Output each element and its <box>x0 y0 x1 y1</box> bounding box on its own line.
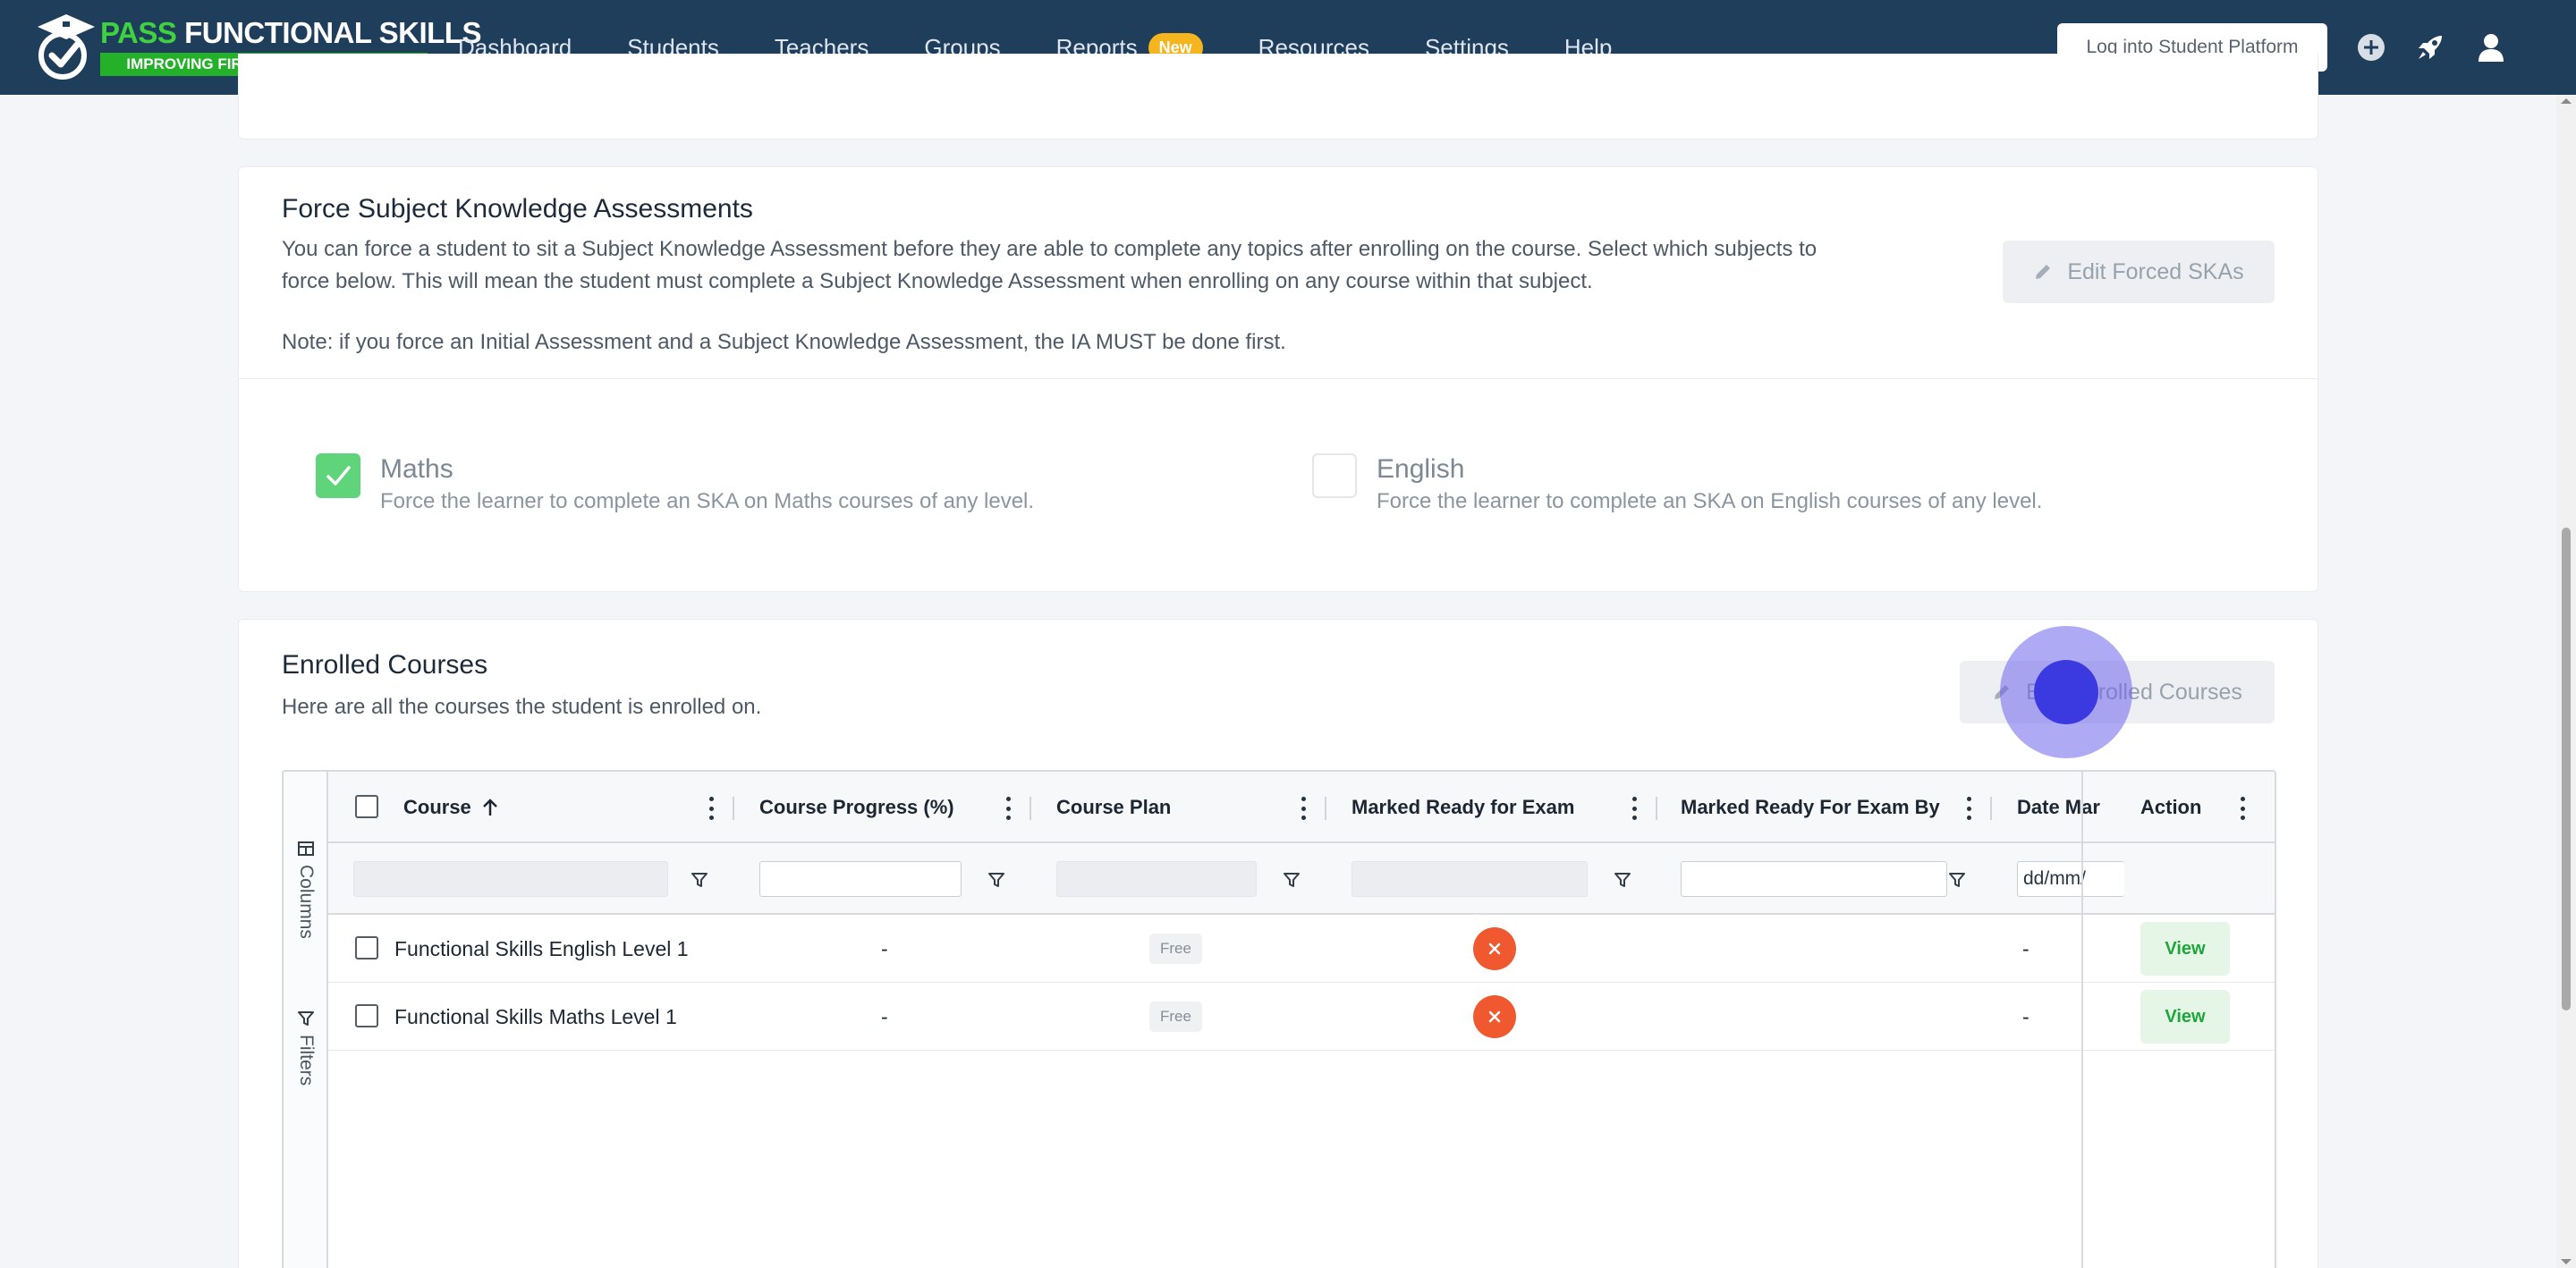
ready-filter-icon[interactable] <box>1613 870 1632 890</box>
table-row: Functional Skills English Level 1 - Free… <box>328 915 2275 983</box>
force-ska-note: Note: if you force an Initial Assessment… <box>282 330 1286 354</box>
rocket-icon[interactable] <box>2413 30 2447 64</box>
subject-english: English Force the learner to complete an… <box>1312 453 2042 514</box>
grid-header-row: Course Course Progress (%) Course Plan M… <box>328 772 2275 843</box>
select-all-checkbox[interactable] <box>355 795 378 818</box>
pencil-icon <box>2036 265 2051 279</box>
click-indicator <box>2000 626 2132 758</box>
subject-maths: Maths Force the learner to complete an S… <box>316 453 1034 514</box>
column-separator <box>1325 797 1326 820</box>
plan-column-menu-icon[interactable] <box>1300 797 1307 820</box>
progress-filter-icon[interactable] <box>987 870 1006 890</box>
sort-ascending-icon <box>482 799 497 816</box>
force-ska-description-line1: You can force a student to sit a Subject… <box>282 237 1818 261</box>
english-checkbox[interactable] <box>1312 453 1357 498</box>
course-column-menu-icon[interactable] <box>708 797 715 820</box>
plan-filter-input[interactable] <box>1056 861 1257 897</box>
ready-by-column-menu-icon[interactable] <box>1965 797 1972 820</box>
scrollbar-thumb[interactable] <box>2562 528 2571 1010</box>
click-indicator-dot <box>2034 660 2098 724</box>
columns-icon <box>298 841 314 856</box>
scroll-down-arrow-icon[interactable] <box>2556 1255 2576 1268</box>
not-ready-icon <box>1473 995 1516 1038</box>
english-label: English <box>1377 454 1465 484</box>
column-separator <box>733 797 734 820</box>
course-filter-icon[interactable] <box>690 870 709 890</box>
progress-cell: - <box>881 936 888 960</box>
enrolled-courses-grid: Columns Filters Course Course Progress (… <box>282 770 2276 1268</box>
date-cell: - <box>2022 936 2029 960</box>
enrolled-courses-title: Enrolled Courses <box>282 650 488 680</box>
brand-name: FUNCTIONAL SKILLS <box>184 16 481 49</box>
maths-description: Force the learner to complete an SKA on … <box>380 489 1035 513</box>
course-name-cell: Functional Skills Maths Level 1 <box>394 1004 677 1028</box>
brand-pass: PASS <box>100 16 177 49</box>
table-row: Functional Skills Maths Level 1 - Free -… <box>328 983 2275 1051</box>
plan-filter-icon[interactable] <box>1282 870 1301 890</box>
column-header-plan[interactable]: Course Plan <box>1056 772 1171 843</box>
row-checkbox[interactable] <box>355 1004 378 1027</box>
maths-label: Maths <box>380 454 453 484</box>
filter-icon <box>298 1011 314 1026</box>
column-header-ready[interactable]: Marked Ready for Exam <box>1352 772 1574 843</box>
force-ska-title: Force Subject Knowledge Assessments <box>282 194 753 224</box>
force-ska-card: Force Subject Knowledge Assessments You … <box>238 166 2318 592</box>
grid-filter-row: dd/mm/ <box>328 843 2275 915</box>
not-ready-icon <box>1473 927 1516 970</box>
ready-column-menu-icon[interactable] <box>1631 797 1638 820</box>
previous-section-card <box>238 54 2318 139</box>
columns-tool-label: Columns <box>296 865 317 939</box>
user-icon[interactable] <box>2474 30 2508 64</box>
column-separator <box>1990 797 1992 820</box>
column-header-progress[interactable]: Course Progress (%) <box>759 772 954 843</box>
course-name-cell: Functional Skills English Level 1 <box>394 936 689 960</box>
filters-tool-tab[interactable]: Filters <box>284 1010 328 1086</box>
force-ska-description-line2: force below. This will mean the student … <box>282 269 1593 293</box>
date-filter-placeholder: dd/mm/ <box>2023 868 2087 889</box>
progress-cell: - <box>881 1004 888 1028</box>
force-ska-description: You can force a student to sit a Subject… <box>282 233 2124 298</box>
edit-forced-skas-button[interactable]: Edit Forced SKAs <box>2003 241 2275 303</box>
action-column-menu-icon[interactable] <box>2239 797 2246 820</box>
ready-filter-input[interactable] <box>1352 861 1588 897</box>
ready-by-filter-icon[interactable] <box>1947 870 1967 890</box>
check-icon <box>326 466 351 486</box>
column-header-course[interactable]: Course <box>403 772 500 843</box>
column-course-label: Course <box>403 796 471 818</box>
date-cell: - <box>2022 1004 2029 1028</box>
edit-forced-skas-label: Edit Forced SKAs <box>2067 258 2244 284</box>
graduation-check-icon <box>36 13 97 80</box>
maths-checkbox[interactable] <box>316 453 360 498</box>
column-separator <box>1030 797 1031 820</box>
ready-by-filter-input[interactable] <box>1681 861 1947 897</box>
progress-column-menu-icon[interactable] <box>1004 797 1012 820</box>
column-header-ready-by[interactable]: Marked Ready For Exam By <box>1681 772 1940 843</box>
section-divider <box>239 378 2318 379</box>
grid-side-panel: Columns Filters <box>284 772 328 1268</box>
column-separator <box>1656 797 1657 820</box>
progress-filter-input[interactable] <box>759 861 962 897</box>
course-filter-input[interactable] <box>353 861 668 897</box>
page-scrollbar[interactable] <box>2556 95 2576 1268</box>
english-description: Force the learner to complete an SKA on … <box>1377 489 2043 513</box>
plan-badge: Free <box>1149 1002 1202 1032</box>
enrolled-courses-subtitle: Here are all the courses the student is … <box>282 695 762 719</box>
plus-circle-icon[interactable] <box>2354 30 2388 64</box>
filters-tool-label: Filters <box>296 1035 317 1086</box>
row-checkbox[interactable] <box>355 936 378 959</box>
pinned-action-column <box>2081 772 2233 1268</box>
scroll-up-arrow-icon[interactable] <box>2556 95 2576 107</box>
columns-tool-tab[interactable]: Columns <box>284 840 328 939</box>
plan-badge: Free <box>1149 934 1202 964</box>
